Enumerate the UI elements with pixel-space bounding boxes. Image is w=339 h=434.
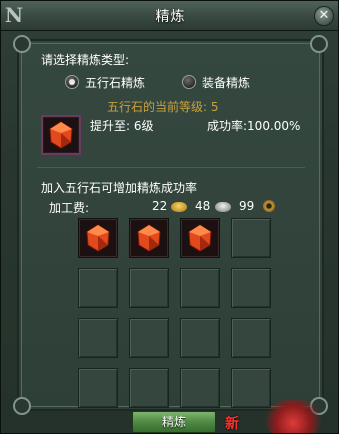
wuxing-stone-icon xyxy=(86,224,110,252)
stone-slot-filled[interactable] xyxy=(180,218,220,258)
success-rate-text: 成功率:100.00% xyxy=(207,119,301,133)
current-level-text: 五行石的当前等级: 5 xyxy=(107,100,219,114)
stone-slot-empty[interactable] xyxy=(129,268,169,308)
corner-ornament-icon xyxy=(310,35,328,53)
wuxing-stone-icon xyxy=(188,224,212,252)
silver-coin-icon xyxy=(215,202,231,212)
stone-slot-empty[interactable] xyxy=(231,268,271,308)
fee-label: 加工费: xyxy=(49,201,90,215)
radio-label-wuxing-stone[interactable]: 五行石精炼 xyxy=(85,74,145,91)
title-bar: N 精炼 ✕ xyxy=(1,1,338,31)
gold-coin-icon xyxy=(171,202,187,212)
stone-slot-empty[interactable] xyxy=(180,268,220,308)
fee-gold-value: 22 xyxy=(152,199,168,213)
fee-silver-value: 48 xyxy=(195,199,211,213)
stone-slot-empty[interactable] xyxy=(231,318,271,358)
stone-slot-empty[interactable] xyxy=(180,318,220,358)
radio-label-equipment[interactable]: 装备精炼 xyxy=(202,74,250,91)
radio-equipment[interactable] xyxy=(182,75,196,89)
stone-slot-empty[interactable] xyxy=(231,368,271,408)
stone-slot-filled[interactable] xyxy=(129,218,169,258)
window-title: 精炼 xyxy=(155,9,186,25)
stone-slot-empty[interactable] xyxy=(231,218,271,258)
hint-text: 加入五行石可增加精炼成功率 xyxy=(41,181,198,195)
new-badge: 新 xyxy=(225,416,239,432)
stone-slot-empty[interactable] xyxy=(78,318,118,358)
refine-button[interactable]: 精炼 xyxy=(132,411,216,433)
corner-ornament-icon xyxy=(13,397,31,415)
fee-copper-value: 99 xyxy=(239,199,255,213)
stone-slot-empty[interactable] xyxy=(78,368,118,408)
stone-slot-empty[interactable] xyxy=(180,368,220,408)
copper-coin-icon xyxy=(263,200,275,212)
corner-ornament-icon xyxy=(13,35,31,53)
divider xyxy=(37,167,305,168)
main-item-slot[interactable] xyxy=(41,115,81,155)
refine-type-prompt: 请选择精炼类型: xyxy=(41,53,130,67)
swirl-effect-icon xyxy=(263,399,323,433)
wuxing-stone-icon xyxy=(49,121,73,149)
upgrade-to-text: 提升至: 6级 xyxy=(90,119,154,133)
wuxing-stone-icon xyxy=(137,224,161,252)
close-button[interactable]: ✕ xyxy=(314,6,334,26)
radio-wuxing-stone[interactable] xyxy=(65,75,79,89)
stone-slot-empty[interactable] xyxy=(129,318,169,358)
stone-slot-filled[interactable] xyxy=(78,218,118,258)
refine-window: N 精炼 ✕ 请选择精炼类型: 五行石精炼 装备精炼 五行石的当前等级: 5 提… xyxy=(0,0,339,434)
stone-slot-empty[interactable] xyxy=(129,368,169,408)
stone-slot-empty[interactable] xyxy=(78,268,118,308)
stone-slot-grid xyxy=(78,218,271,408)
